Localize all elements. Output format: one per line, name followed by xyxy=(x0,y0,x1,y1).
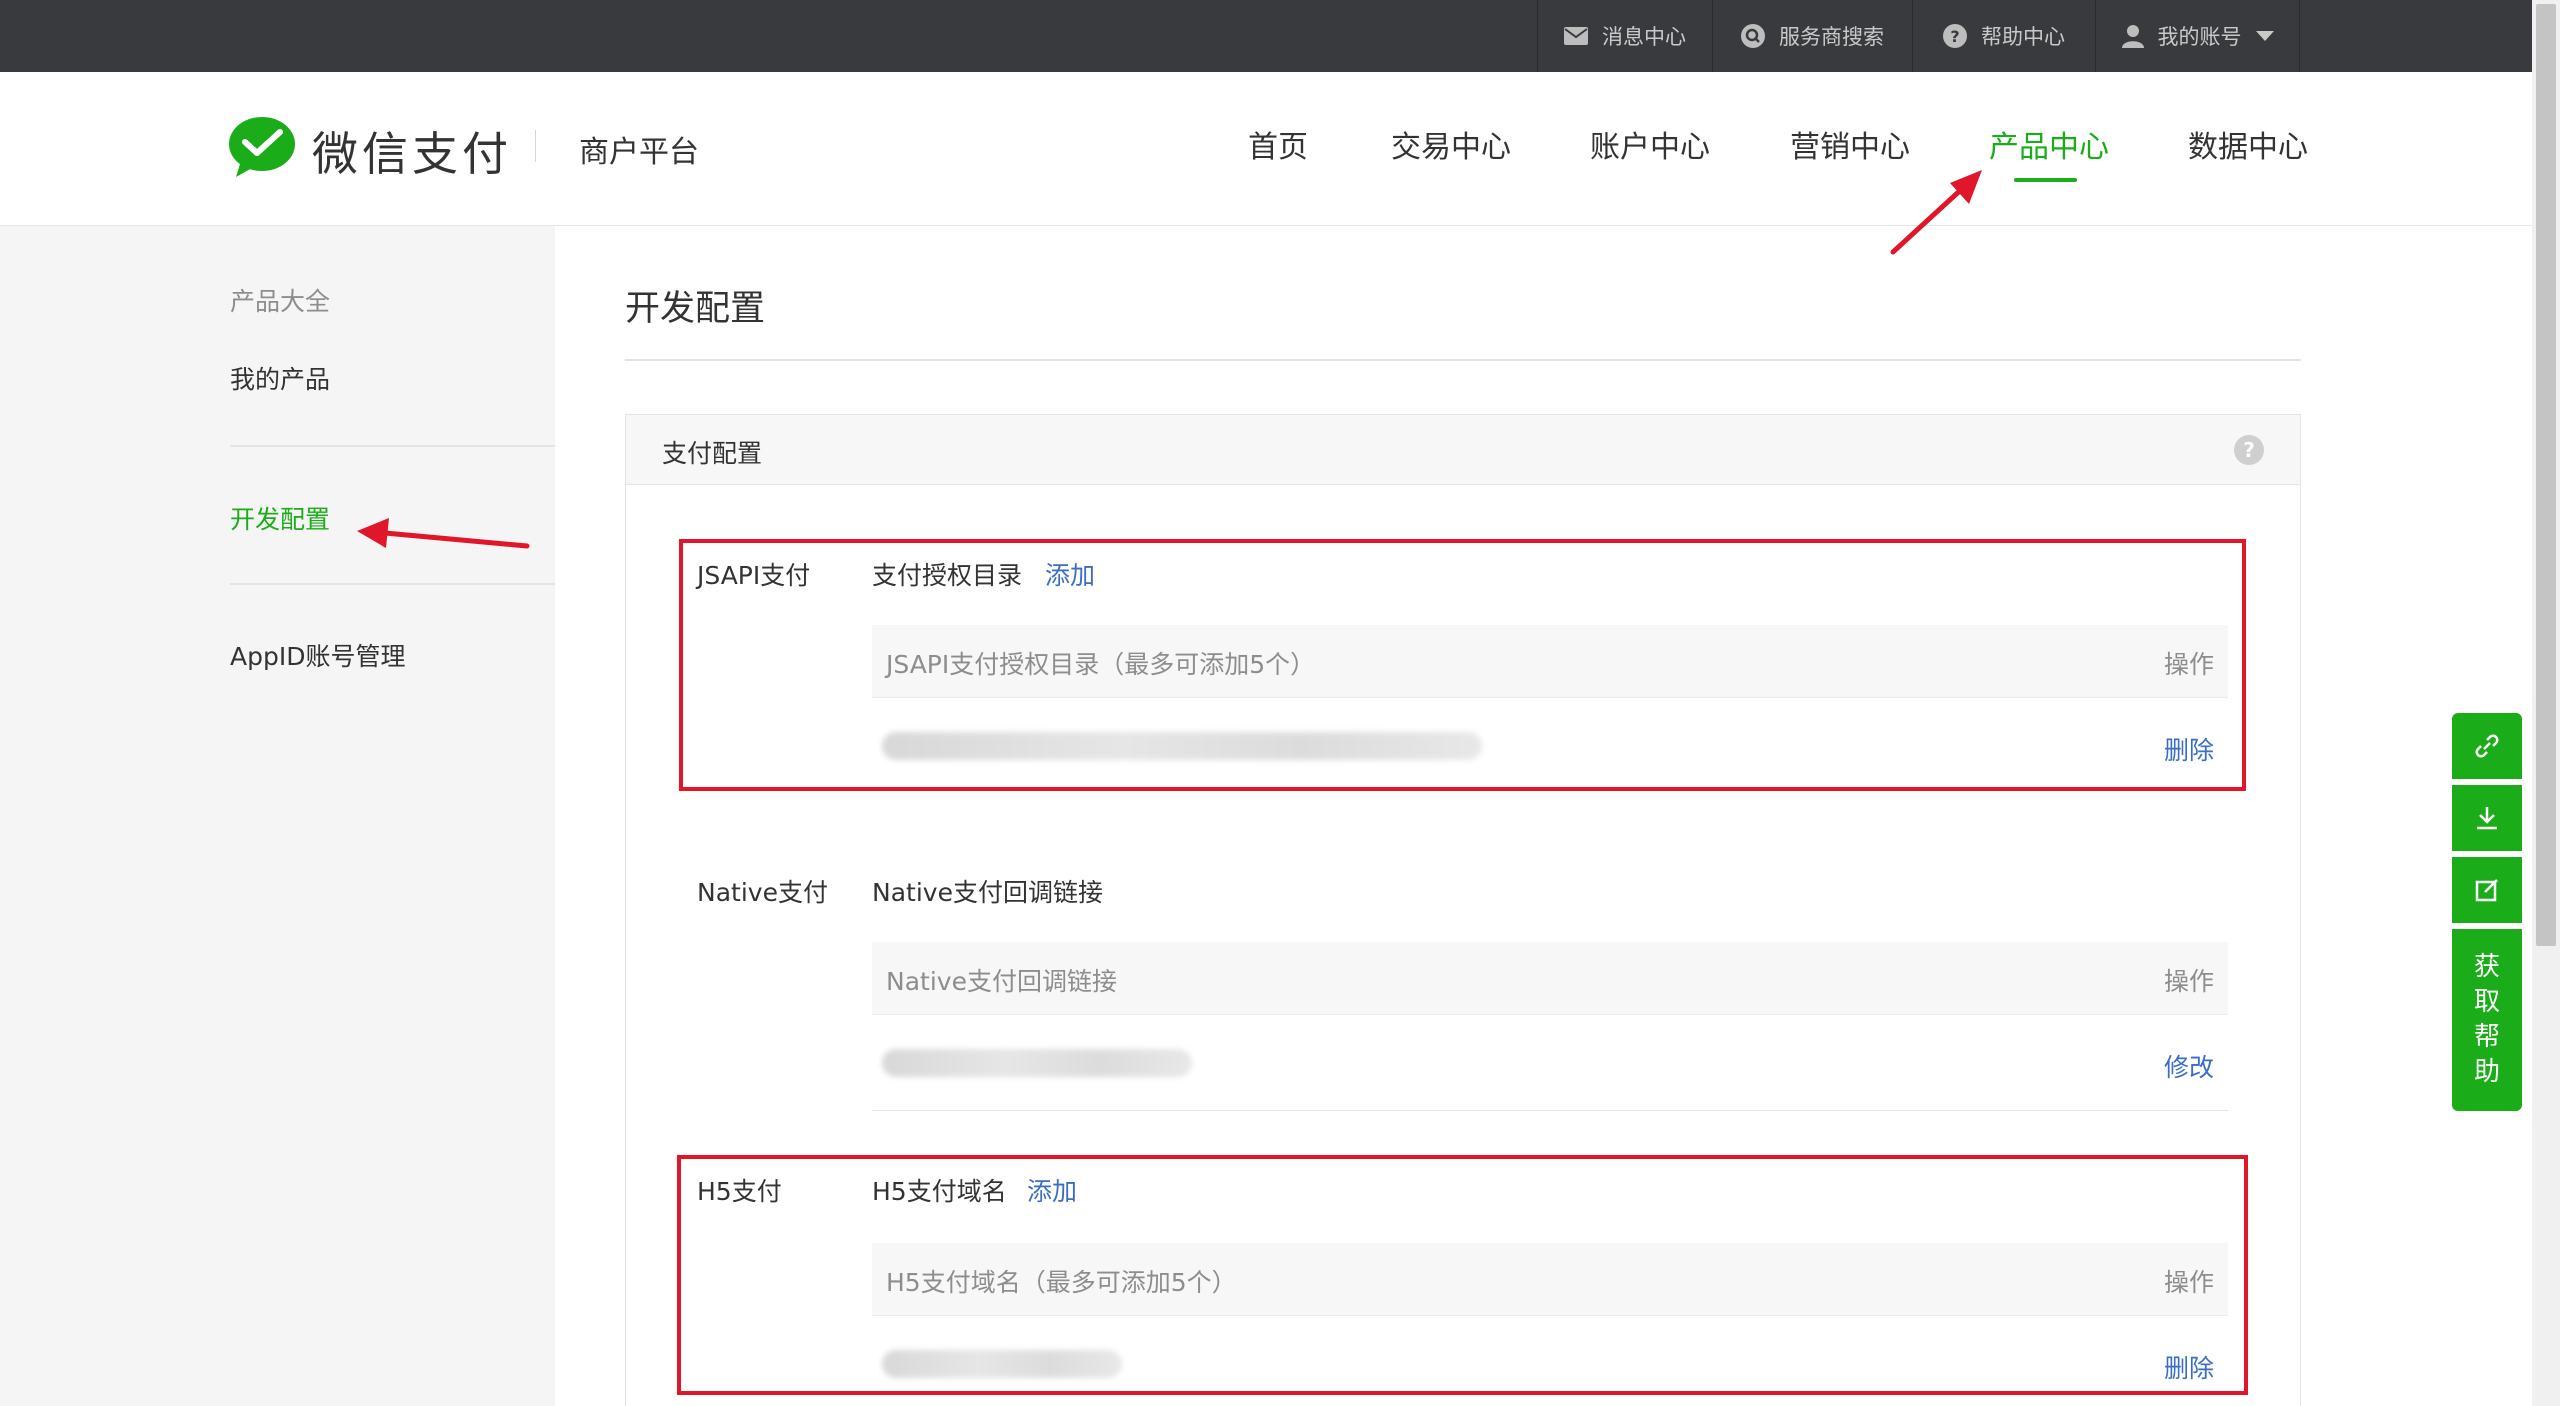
download-icon xyxy=(2477,807,2497,830)
annotation-arrows xyxy=(357,170,1982,549)
share-link-button[interactable] xyxy=(2452,713,2522,779)
link-icon xyxy=(2475,734,2499,758)
arrow-to-product-center xyxy=(1890,170,1982,255)
get-help-char: 获 xyxy=(2473,952,2500,982)
page-scrollbar-thumb[interactable] xyxy=(2536,4,2556,946)
edit-icon xyxy=(2475,879,2498,902)
get-help-char: 帮 xyxy=(2473,1022,2500,1052)
feedback-button[interactable] xyxy=(2452,857,2522,923)
get-help-char: 取 xyxy=(2473,987,2500,1017)
get-help-button[interactable]: 获 取 帮 助 xyxy=(2452,929,2522,1111)
download-button[interactable] xyxy=(2452,785,2522,851)
get-help-char: 助 xyxy=(2473,1057,2500,1087)
arrow-to-dev-config xyxy=(357,518,530,549)
